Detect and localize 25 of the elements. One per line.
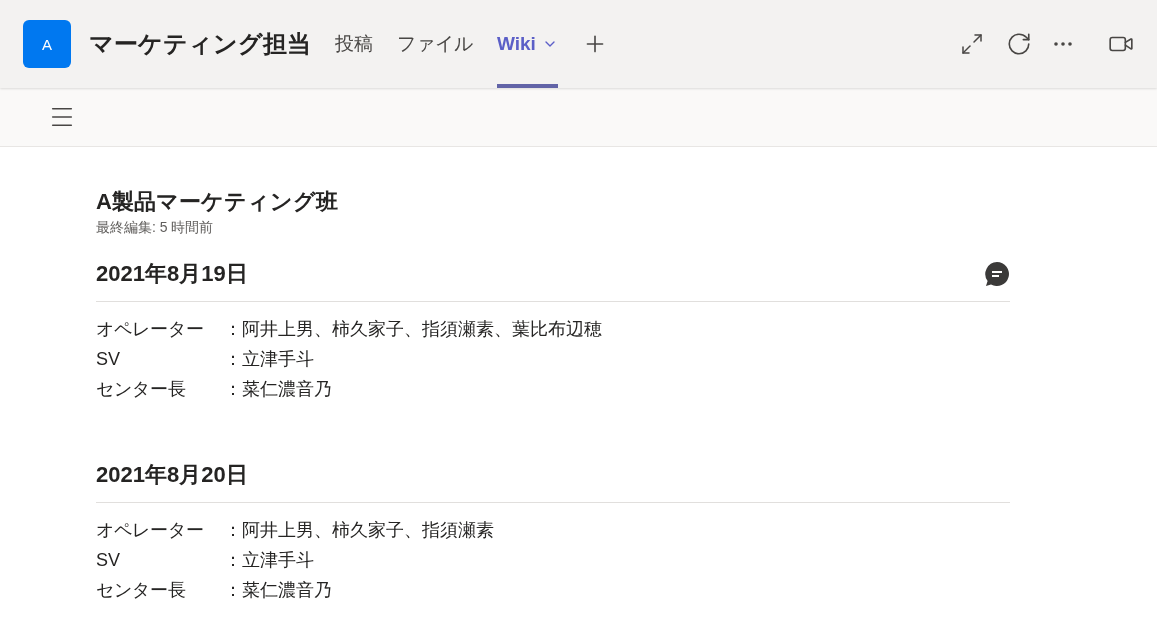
row-label: オペレーター [96, 519, 205, 542]
row-label: オペレーター [96, 318, 205, 341]
row-value: ：菜仁濃音乃 [224, 579, 332, 602]
team-avatar: A [23, 20, 71, 68]
last-edited-text: 最終編集: 5 時間前 [96, 219, 215, 237]
row-label: センター長 [96, 378, 187, 401]
section-heading: 2021年8月19日 [96, 260, 248, 288]
row-value: ：菜仁濃音乃 [224, 378, 332, 401]
team-name: マーケティング担当 [89, 29, 311, 59]
row-value: ：立津手斗 [224, 348, 314, 371]
expand-button[interactable] [960, 32, 984, 56]
row-label: SV [96, 348, 121, 371]
tab[interactable]: ファイル [397, 0, 473, 88]
refresh-button[interactable] [1006, 31, 1032, 57]
row-value: ：立津手斗 [224, 549, 314, 572]
row-value: ：阿井上男、柿久家子、指須瀬素 [224, 519, 494, 542]
comment-icon[interactable] [984, 261, 1010, 287]
page-title: A製品マーケティング班 [96, 188, 339, 216]
section-heading: 2021年8月20日 [96, 461, 248, 489]
more-options-icon [1054, 42, 1072, 46]
tab[interactable]: 投稿 [335, 0, 373, 88]
more-options-button[interactable] [1054, 42, 1072, 46]
row-value: ：阿井上男、柿久家子、指須瀬素、葉比布辺穂 [224, 318, 602, 341]
row-label: センター長 [96, 579, 187, 602]
row-label: SV [96, 549, 121, 572]
